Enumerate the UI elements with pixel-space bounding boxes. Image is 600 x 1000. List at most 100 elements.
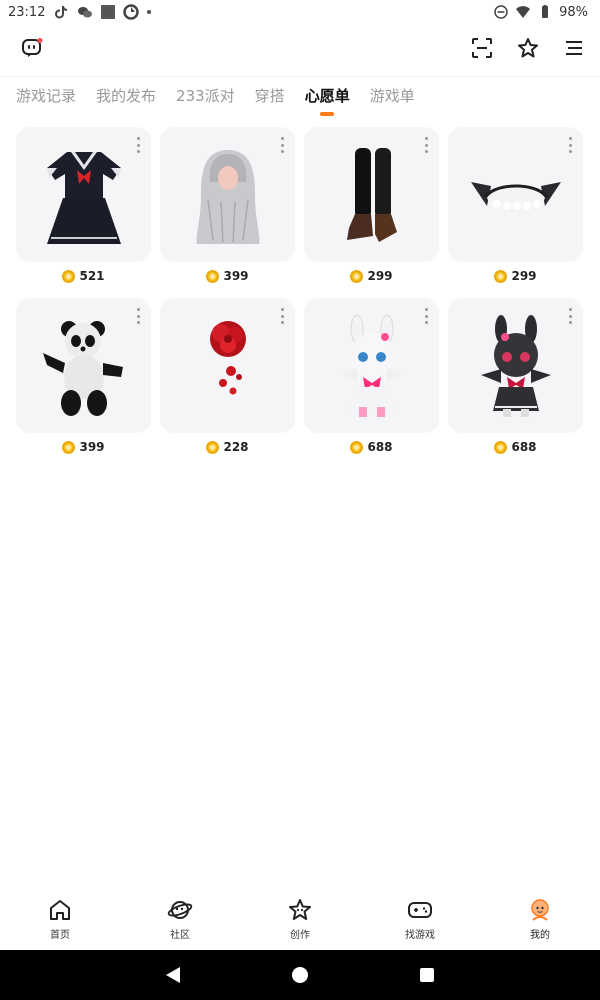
- item-price: 688: [494, 439, 537, 455]
- item-price: 688: [350, 439, 393, 455]
- coin-icon: [494, 269, 508, 283]
- coin-icon: [62, 440, 76, 454]
- tab-233-party[interactable]: 233派对: [176, 85, 235, 112]
- sync-icon: [123, 4, 140, 20]
- item-card[interactable]: [448, 127, 583, 262]
- status-time: 23:12: [8, 4, 46, 20]
- coin-icon: [494, 440, 508, 454]
- dnd-icon: [494, 5, 508, 19]
- coin-icon: [350, 440, 364, 454]
- more-notifications-dot: [147, 10, 152, 14]
- tab-game-history[interactable]: 游戏记录: [16, 85, 76, 112]
- price-value: 299: [511, 269, 537, 283]
- sailor-dress-icon: [46, 151, 121, 244]
- wishlist-item[interactable]: 299: [304, 127, 439, 284]
- item-more-button[interactable]: [423, 137, 429, 153]
- nav-home[interactable]: 首页: [0, 896, 120, 948]
- nav-me[interactable]: 我的: [480, 896, 600, 948]
- wishlist-item[interactable]: 521: [16, 127, 151, 284]
- wishlist-item[interactable]: 688: [448, 298, 583, 455]
- wishlist-grid: 521 399 299 299 399 228 688 688: [16, 127, 584, 455]
- wifi-icon: [516, 6, 531, 18]
- messages-button[interactable]: [20, 36, 44, 60]
- item-card[interactable]: [16, 127, 151, 262]
- item-more-button[interactable]: [567, 308, 573, 324]
- notification-square-icon: [101, 5, 116, 19]
- item-card[interactable]: [448, 298, 583, 433]
- wishlist-item[interactable]: 688: [304, 298, 439, 455]
- nav-label: 社区: [170, 930, 190, 941]
- tab-my-posts[interactable]: 我的发布: [96, 85, 156, 112]
- coin-icon: [350, 269, 364, 283]
- wishlist-item[interactable]: 399: [160, 127, 295, 284]
- wishlist-item[interactable]: 399: [16, 298, 151, 455]
- item-card[interactable]: [160, 127, 295, 262]
- item-more-button[interactable]: [135, 137, 141, 153]
- white-bunny-doll-icon: [338, 314, 405, 417]
- price-value: 399: [79, 440, 105, 454]
- profile-avatar-icon: [531, 899, 549, 921]
- scan-icon: [472, 38, 492, 58]
- badge-button[interactable]: [516, 36, 540, 60]
- back-icon[interactable]: [166, 967, 180, 983]
- silver-wig-icon: [196, 149, 259, 244]
- item-more-button[interactable]: [567, 137, 573, 153]
- star-icon: [289, 899, 311, 920]
- item-price: 399: [62, 439, 105, 455]
- wishlist-item[interactable]: 228: [160, 298, 295, 455]
- battery-level: 98%: [559, 4, 588, 20]
- item-card[interactable]: [304, 298, 439, 433]
- profile-tabs: 游戏记录 我的发布 233派对 穿搭 心愿单 游戏单: [0, 76, 600, 120]
- price-value: 688: [367, 440, 393, 454]
- recent-apps-icon[interactable]: [420, 968, 434, 982]
- coin-icon: [206, 440, 220, 454]
- menu-button[interactable]: [562, 36, 586, 60]
- tiktok-icon: [55, 6, 68, 19]
- hamburger-menu-icon: [566, 41, 582, 55]
- item-more-button[interactable]: [423, 308, 429, 324]
- nav-label: 我的: [530, 930, 550, 941]
- wechat-icon: [78, 7, 93, 18]
- nav-label: 创作: [290, 930, 310, 941]
- item-card[interactable]: [304, 127, 439, 262]
- gamepad-icon: [408, 902, 432, 918]
- item-more-button[interactable]: [279, 137, 285, 153]
- bottom-nav: 首页 社区 创作 找游戏 我的: [0, 896, 600, 948]
- tab-game-lists[interactable]: 游戏单: [370, 85, 415, 112]
- item-price: 299: [494, 268, 537, 284]
- app-header: [0, 24, 600, 72]
- item-price: 299: [350, 268, 393, 284]
- item-price: 399: [206, 268, 249, 284]
- nav-label: 找游戏: [405, 930, 435, 941]
- nav-create[interactable]: 创作: [240, 896, 360, 948]
- item-card[interactable]: [160, 298, 295, 433]
- item-more-button[interactable]: [135, 308, 141, 324]
- item-card[interactable]: [16, 298, 151, 433]
- scan-button[interactable]: [470, 36, 494, 60]
- nav-label: 首页: [50, 930, 70, 941]
- home-circle-icon[interactable]: [292, 967, 308, 983]
- chat-bubble-icon: [22, 38, 43, 57]
- home-icon: [50, 900, 70, 920]
- item-price: 228: [206, 439, 249, 455]
- nav-find-games[interactable]: 找游戏: [360, 896, 480, 948]
- price-value: 399: [223, 269, 249, 283]
- system-nav-bar: [0, 950, 600, 1000]
- price-value: 228: [223, 440, 249, 454]
- red-rose-icon: [209, 320, 246, 394]
- item-more-button[interactable]: [279, 308, 285, 324]
- tab-outfits[interactable]: 穿搭: [255, 85, 285, 112]
- tab-wishlist[interactable]: 心愿单: [305, 85, 350, 112]
- item-price: 521: [62, 268, 105, 284]
- star-badge-icon: [518, 38, 538, 58]
- maid-headband-icon: [470, 181, 561, 210]
- planet-icon: [167, 901, 193, 919]
- black-boots-icon: [346, 147, 397, 242]
- wishlist-item[interactable]: 299: [448, 127, 583, 284]
- coin-icon: [206, 269, 220, 283]
- nav-community[interactable]: 社区: [120, 896, 240, 948]
- black-bunny-doll-icon: [480, 314, 551, 417]
- price-value: 521: [79, 269, 105, 283]
- coin-icon: [62, 269, 76, 283]
- price-value: 688: [511, 440, 537, 454]
